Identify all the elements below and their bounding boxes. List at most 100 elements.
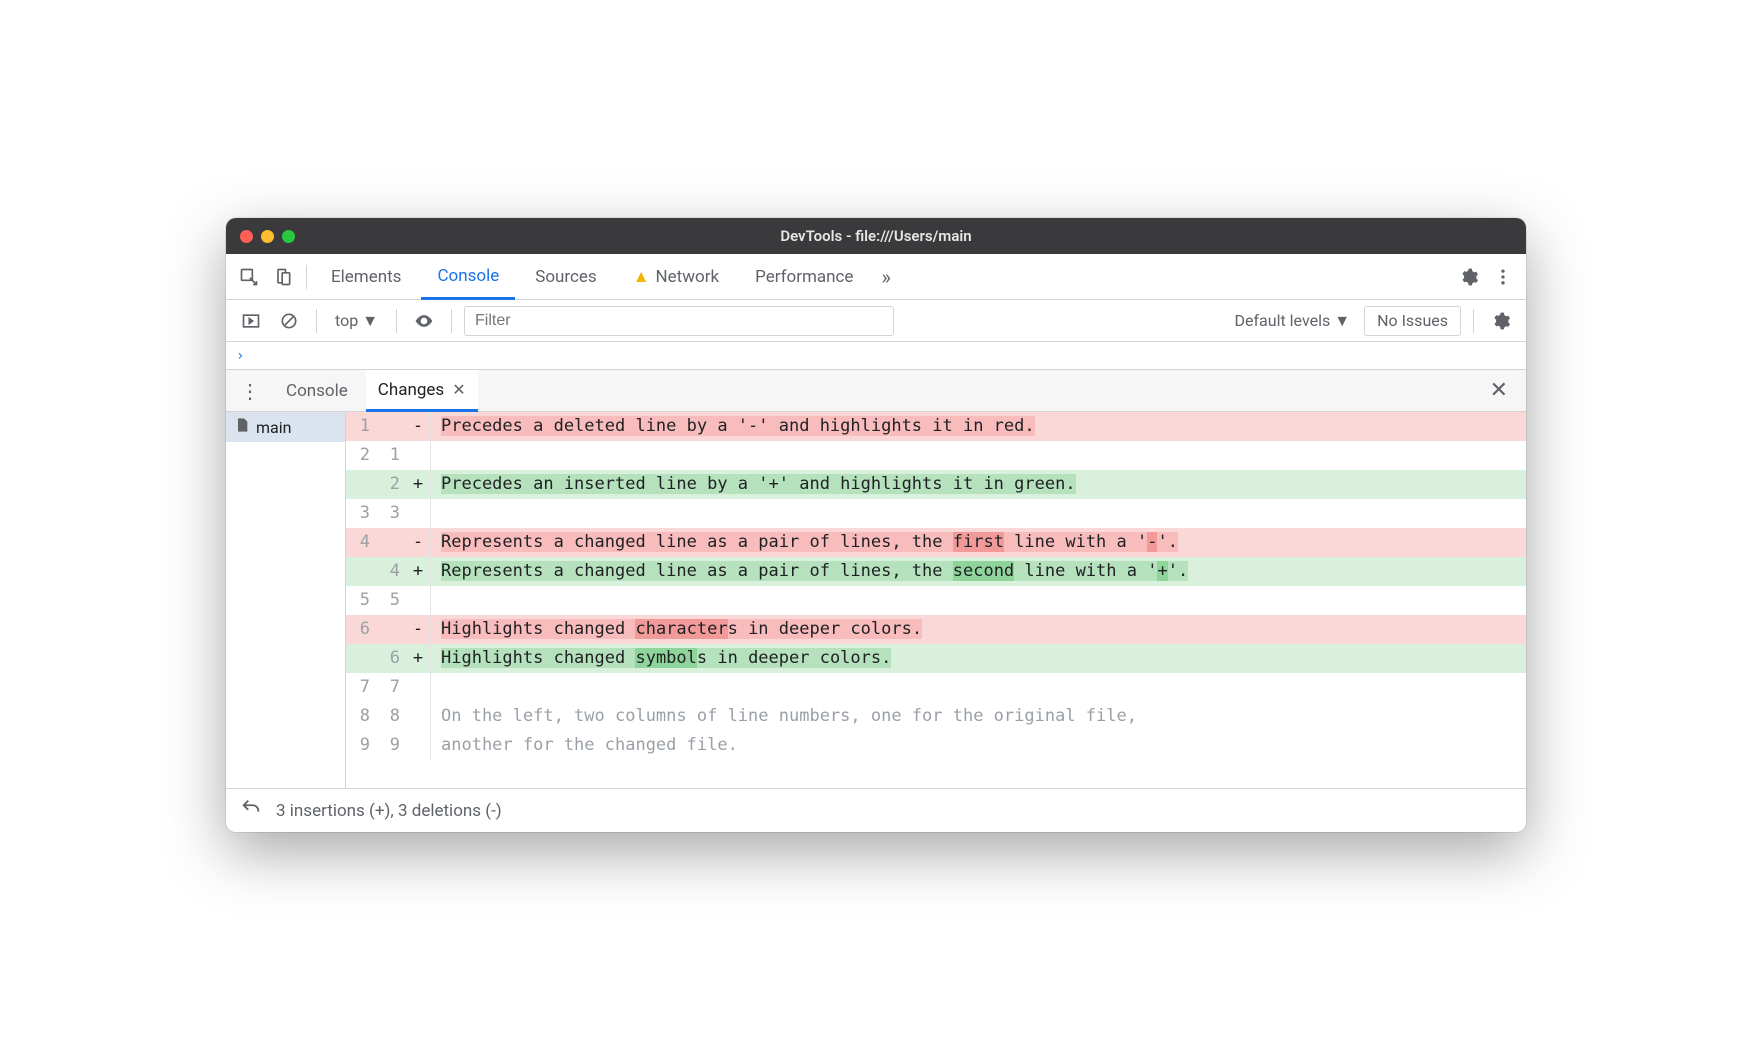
diff-content: On the left, two columns of line numbers… bbox=[431, 702, 1526, 731]
file-item-main[interactable]: main bbox=[226, 412, 345, 442]
minimize-window-button[interactable] bbox=[261, 230, 274, 243]
line-number-right bbox=[376, 615, 406, 644]
diff-content: Represents a changed line as a pair of l… bbox=[431, 528, 1526, 557]
diff-op: + bbox=[406, 557, 430, 586]
diff-row: 33 bbox=[346, 499, 1526, 528]
line-number-right: 3 bbox=[376, 499, 406, 528]
drawer-tab-changes-label: Changes bbox=[378, 380, 444, 400]
console-settings-icon[interactable] bbox=[1486, 306, 1516, 336]
window-controls bbox=[240, 230, 295, 243]
settings-icon[interactable] bbox=[1454, 262, 1484, 292]
line-number-left: 6 bbox=[346, 615, 376, 644]
diff-op bbox=[406, 586, 430, 615]
log-levels-selector[interactable]: Default levels ▼ bbox=[1229, 311, 1357, 331]
device-toolbar-icon[interactable] bbox=[268, 262, 298, 292]
line-number-right: 6 bbox=[376, 644, 406, 673]
divider bbox=[1473, 309, 1474, 333]
file-name-label: main bbox=[256, 418, 291, 437]
tab-network[interactable]: ▲ Network bbox=[617, 254, 735, 300]
line-number-left: 9 bbox=[346, 731, 376, 760]
sidebar-toggle-icon[interactable] bbox=[236, 306, 266, 336]
tab-performance[interactable]: Performance bbox=[739, 254, 869, 300]
line-number-left: 8 bbox=[346, 702, 376, 731]
diff-op bbox=[406, 499, 430, 528]
line-number-left bbox=[346, 557, 376, 586]
diff-content bbox=[431, 499, 1526, 528]
window-title: DevTools - file:///Users/main bbox=[226, 227, 1526, 245]
filter-input[interactable] bbox=[464, 306, 894, 336]
diff-row: 88 On the left, two columns of line numbe… bbox=[346, 702, 1526, 731]
levels-label: Default levels bbox=[1235, 311, 1331, 330]
line-number-left: 7 bbox=[346, 673, 376, 702]
line-number-right: 7 bbox=[376, 673, 406, 702]
diff-row: 4 -Represents a changed line as a pair of… bbox=[346, 528, 1526, 557]
diff-row: 6 -Highlights changed characters in deepe… bbox=[346, 615, 1526, 644]
context-selector[interactable]: top ▼ bbox=[329, 311, 384, 331]
context-label: top bbox=[335, 311, 358, 330]
line-number-right bbox=[376, 412, 406, 441]
diff-op: + bbox=[406, 470, 430, 499]
diff-content: Represents a changed line as a pair of l… bbox=[431, 557, 1526, 586]
console-prompt[interactable]: › bbox=[226, 342, 1526, 370]
revert-icon[interactable] bbox=[240, 797, 262, 824]
diff-row: 2+Precedes an inserted line by a '+' and… bbox=[346, 470, 1526, 499]
close-drawer-icon[interactable]: ✕ bbox=[1478, 378, 1520, 403]
diff-op: + bbox=[406, 644, 430, 673]
diff-op bbox=[406, 702, 430, 731]
tab-elements[interactable]: Elements bbox=[315, 254, 417, 300]
titlebar: DevTools - file:///Users/main bbox=[226, 218, 1526, 254]
diff-row: 6+Highlights changed symbols in deeper c… bbox=[346, 644, 1526, 673]
chevron-down-icon: ▼ bbox=[362, 311, 378, 331]
eye-icon[interactable] bbox=[409, 306, 439, 336]
diff-op: - bbox=[406, 412, 430, 441]
line-number-right bbox=[376, 528, 406, 557]
divider bbox=[316, 309, 317, 333]
line-number-left bbox=[346, 644, 376, 673]
kebab-menu-icon[interactable] bbox=[1488, 262, 1518, 292]
tab-console[interactable]: Console bbox=[421, 254, 515, 300]
line-number-right: 4 bbox=[376, 557, 406, 586]
line-number-left: 5 bbox=[346, 586, 376, 615]
devtools-window: DevTools - file:///Users/main Elements C… bbox=[226, 218, 1526, 832]
line-number-left: 1 bbox=[346, 412, 376, 441]
diff-op bbox=[406, 441, 430, 470]
tab-sources[interactable]: Sources bbox=[519, 254, 612, 300]
diff-row: 4+Represents a changed line as a pair of… bbox=[346, 557, 1526, 586]
diff-row: 21 bbox=[346, 441, 1526, 470]
chevron-down-icon: ▼ bbox=[1334, 311, 1350, 331]
diff-row: 55 bbox=[346, 586, 1526, 615]
changes-footer: 3 insertions (+), 3 deletions (-) bbox=[226, 788, 1526, 832]
line-number-right: 9 bbox=[376, 731, 406, 760]
diff-content: another for the changed file. bbox=[431, 731, 1526, 760]
line-number-left bbox=[346, 470, 376, 499]
line-number-left: 4 bbox=[346, 528, 376, 557]
warning-icon: ▲ bbox=[633, 267, 650, 287]
diff-row: 77 bbox=[346, 673, 1526, 702]
changes-summary: 3 insertions (+), 3 deletions (-) bbox=[276, 801, 502, 821]
diff-row: 1-Precedes a deleted line by a '-' and h… bbox=[346, 412, 1526, 441]
close-window-button[interactable] bbox=[240, 230, 253, 243]
close-tab-icon[interactable]: ✕ bbox=[452, 380, 465, 399]
diff-content: Highlights changed characters in deeper … bbox=[431, 615, 1526, 644]
main-tab-bar: Elements Console Sources ▲ Network Perfo… bbox=[226, 254, 1526, 300]
drawer-tab-console[interactable]: Console bbox=[274, 370, 360, 412]
inspect-element-icon[interactable] bbox=[234, 262, 264, 292]
line-number-right: 5 bbox=[376, 586, 406, 615]
diff-op bbox=[406, 731, 430, 760]
clear-console-icon[interactable] bbox=[274, 306, 304, 336]
issues-button[interactable]: No Issues bbox=[1364, 306, 1461, 336]
diff-op: - bbox=[406, 615, 430, 644]
diff-content bbox=[431, 586, 1526, 615]
file-icon bbox=[234, 416, 250, 438]
console-toolbar: top ▼ Default levels ▼ No Issues bbox=[226, 300, 1526, 342]
diff-viewer[interactable]: 1-Precedes a deleted line by a '-' and h… bbox=[346, 412, 1526, 788]
drawer-tab-changes[interactable]: Changes ✕ bbox=[366, 370, 478, 412]
line-number-right: 8 bbox=[376, 702, 406, 731]
diff-op: - bbox=[406, 528, 430, 557]
more-tabs-button[interactable]: » bbox=[873, 265, 898, 289]
divider bbox=[451, 309, 452, 333]
maximize-window-button[interactable] bbox=[282, 230, 295, 243]
changes-panel: main 1-Precedes a deleted line by a '-' … bbox=[226, 412, 1526, 788]
drawer-menu-icon[interactable]: ⋮ bbox=[232, 379, 268, 403]
diff-content: Precedes an inserted line by a '+' and h… bbox=[431, 470, 1526, 499]
